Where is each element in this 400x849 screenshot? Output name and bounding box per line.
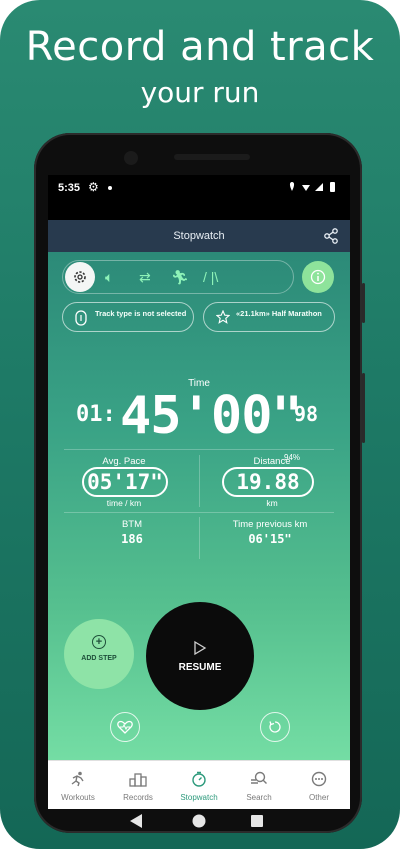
settings-gear-icon[interactable]: [65, 262, 95, 292]
goal-label: «21.1km» Half Marathon: [236, 309, 322, 318]
nav-item-search[interactable]: Search: [229, 761, 289, 809]
nav-label: Search: [246, 793, 272, 802]
track-oval-icon: [75, 310, 87, 328]
reset-button[interactable]: [260, 712, 290, 742]
mode-toolbar: 🔈︎ ⇄ 🏃︎ / |\: [62, 260, 294, 294]
bpm-value: 186: [121, 532, 143, 546]
promo-card: Record and track your run 5:35 ⚙ Stopwat…: [0, 0, 400, 849]
avg-pace-unit: time / km: [106, 498, 142, 508]
distance-value: 19.88: [222, 467, 314, 497]
workouts-icon: [71, 771, 84, 787]
stopwatch-icon: [192, 771, 206, 787]
promo-headline: Record and track: [25, 24, 375, 70]
add-step-button[interactable]: + ADD STEP: [64, 619, 134, 689]
power-button: [362, 283, 365, 323]
goal-star-icon: [215, 309, 231, 326]
nav-item-workouts[interactable]: Workouts: [48, 761, 108, 809]
earpiece-speaker: [174, 154, 250, 160]
elapsed-hundredths: 98: [294, 402, 319, 426]
elapsed-time: 01: 45'00" 98: [48, 386, 350, 446]
system-status-icons: [288, 181, 340, 196]
avg-pace-value: 05'17": [82, 467, 168, 497]
phone-frame: 5:35 ⚙ Stopwatch 🔈︎ ⇄ 🏃︎ / |\ Track type…: [34, 133, 365, 833]
track-type-selector[interactable]: Track type is not selected: [62, 302, 194, 332]
system-navigation-bar: [130, 814, 263, 828]
prev-km-value: 06'15": [248, 532, 292, 546]
share-icon[interactable]: [324, 228, 338, 247]
heart-rate-button[interactable]: [110, 712, 140, 742]
app-bar: Stopwatch: [48, 220, 350, 252]
divider: [199, 517, 200, 559]
more-icon: [311, 771, 327, 787]
bpm-label: BTM: [121, 519, 143, 530]
heart-rate-icon: [117, 720, 133, 734]
resume-label: RESUME: [178, 662, 222, 673]
recents-icon[interactable]: [251, 815, 263, 827]
nav-item-other[interactable]: Other: [289, 761, 349, 809]
plus-icon: +: [92, 635, 106, 649]
distance-label: Distance: [253, 456, 291, 467]
add-step-label: ADD STEP: [81, 655, 117, 662]
nav-label: Stopwatch: [180, 793, 218, 802]
app-bar-title: Stopwatch: [173, 230, 225, 242]
avg-pace-label: Avg. Pace: [102, 456, 146, 467]
track-lanes-icon[interactable]: / |\: [203, 269, 218, 285]
nav-label: Records: [123, 793, 153, 802]
volume-button: [362, 373, 365, 443]
nav-item-stopwatch[interactable]: Stopwatch: [169, 761, 229, 809]
divider: [199, 455, 200, 507]
distance-unit: km: [266, 498, 278, 508]
divider: [64, 449, 334, 450]
runner-icon[interactable]: 🏃︎: [171, 269, 189, 286]
settings-status-icon: ⚙: [88, 180, 99, 194]
front-camera: [124, 151, 138, 165]
status-indicators-icon: [289, 182, 335, 192]
search-icon: [251, 771, 267, 784]
nav-label: Other: [308, 793, 329, 802]
info-button[interactable]: [302, 261, 334, 293]
notification-dot-icon: [108, 186, 112, 190]
divider: [64, 512, 334, 513]
play-icon: [192, 640, 208, 661]
records-icon: [129, 773, 147, 787]
nav-item-records[interactable]: Records: [108, 761, 168, 809]
phone-screen: 5:35 ⚙ Stopwatch 🔈︎ ⇄ 🏃︎ / |\ Track type…: [48, 175, 350, 809]
prev-km-label: Time previous km: [232, 519, 308, 530]
elapsed-minutes-seconds: 45'00": [120, 386, 303, 446]
elapsed-hours: 01:: [76, 402, 116, 427]
back-icon[interactable]: [130, 814, 142, 828]
reset-icon: [269, 721, 281, 733]
distance-percent: 94%: [284, 453, 301, 462]
goal-selector[interactable]: «21.1km» Half Marathon: [203, 302, 335, 332]
status-time: 5:35: [58, 182, 81, 194]
resume-button[interactable]: RESUME: [146, 602, 254, 710]
track-type-label: Track type is not selected: [95, 309, 187, 318]
home-icon[interactable]: [192, 814, 206, 828]
promo-subheadline: your run: [140, 76, 260, 109]
info-icon: [310, 269, 326, 285]
status-bar: 5:35 ⚙: [48, 175, 350, 203]
bottom-navigation: Workouts Records Stopwatch Search Other: [48, 760, 350, 809]
sound-icon[interactable]: 🔈︎: [105, 269, 113, 286]
stopwatch-panel: 🔈︎ ⇄ 🏃︎ / |\ Track type is not selected …: [48, 252, 350, 760]
route-icon[interactable]: ⇄: [139, 269, 151, 286]
nav-label: Workouts: [61, 793, 95, 802]
